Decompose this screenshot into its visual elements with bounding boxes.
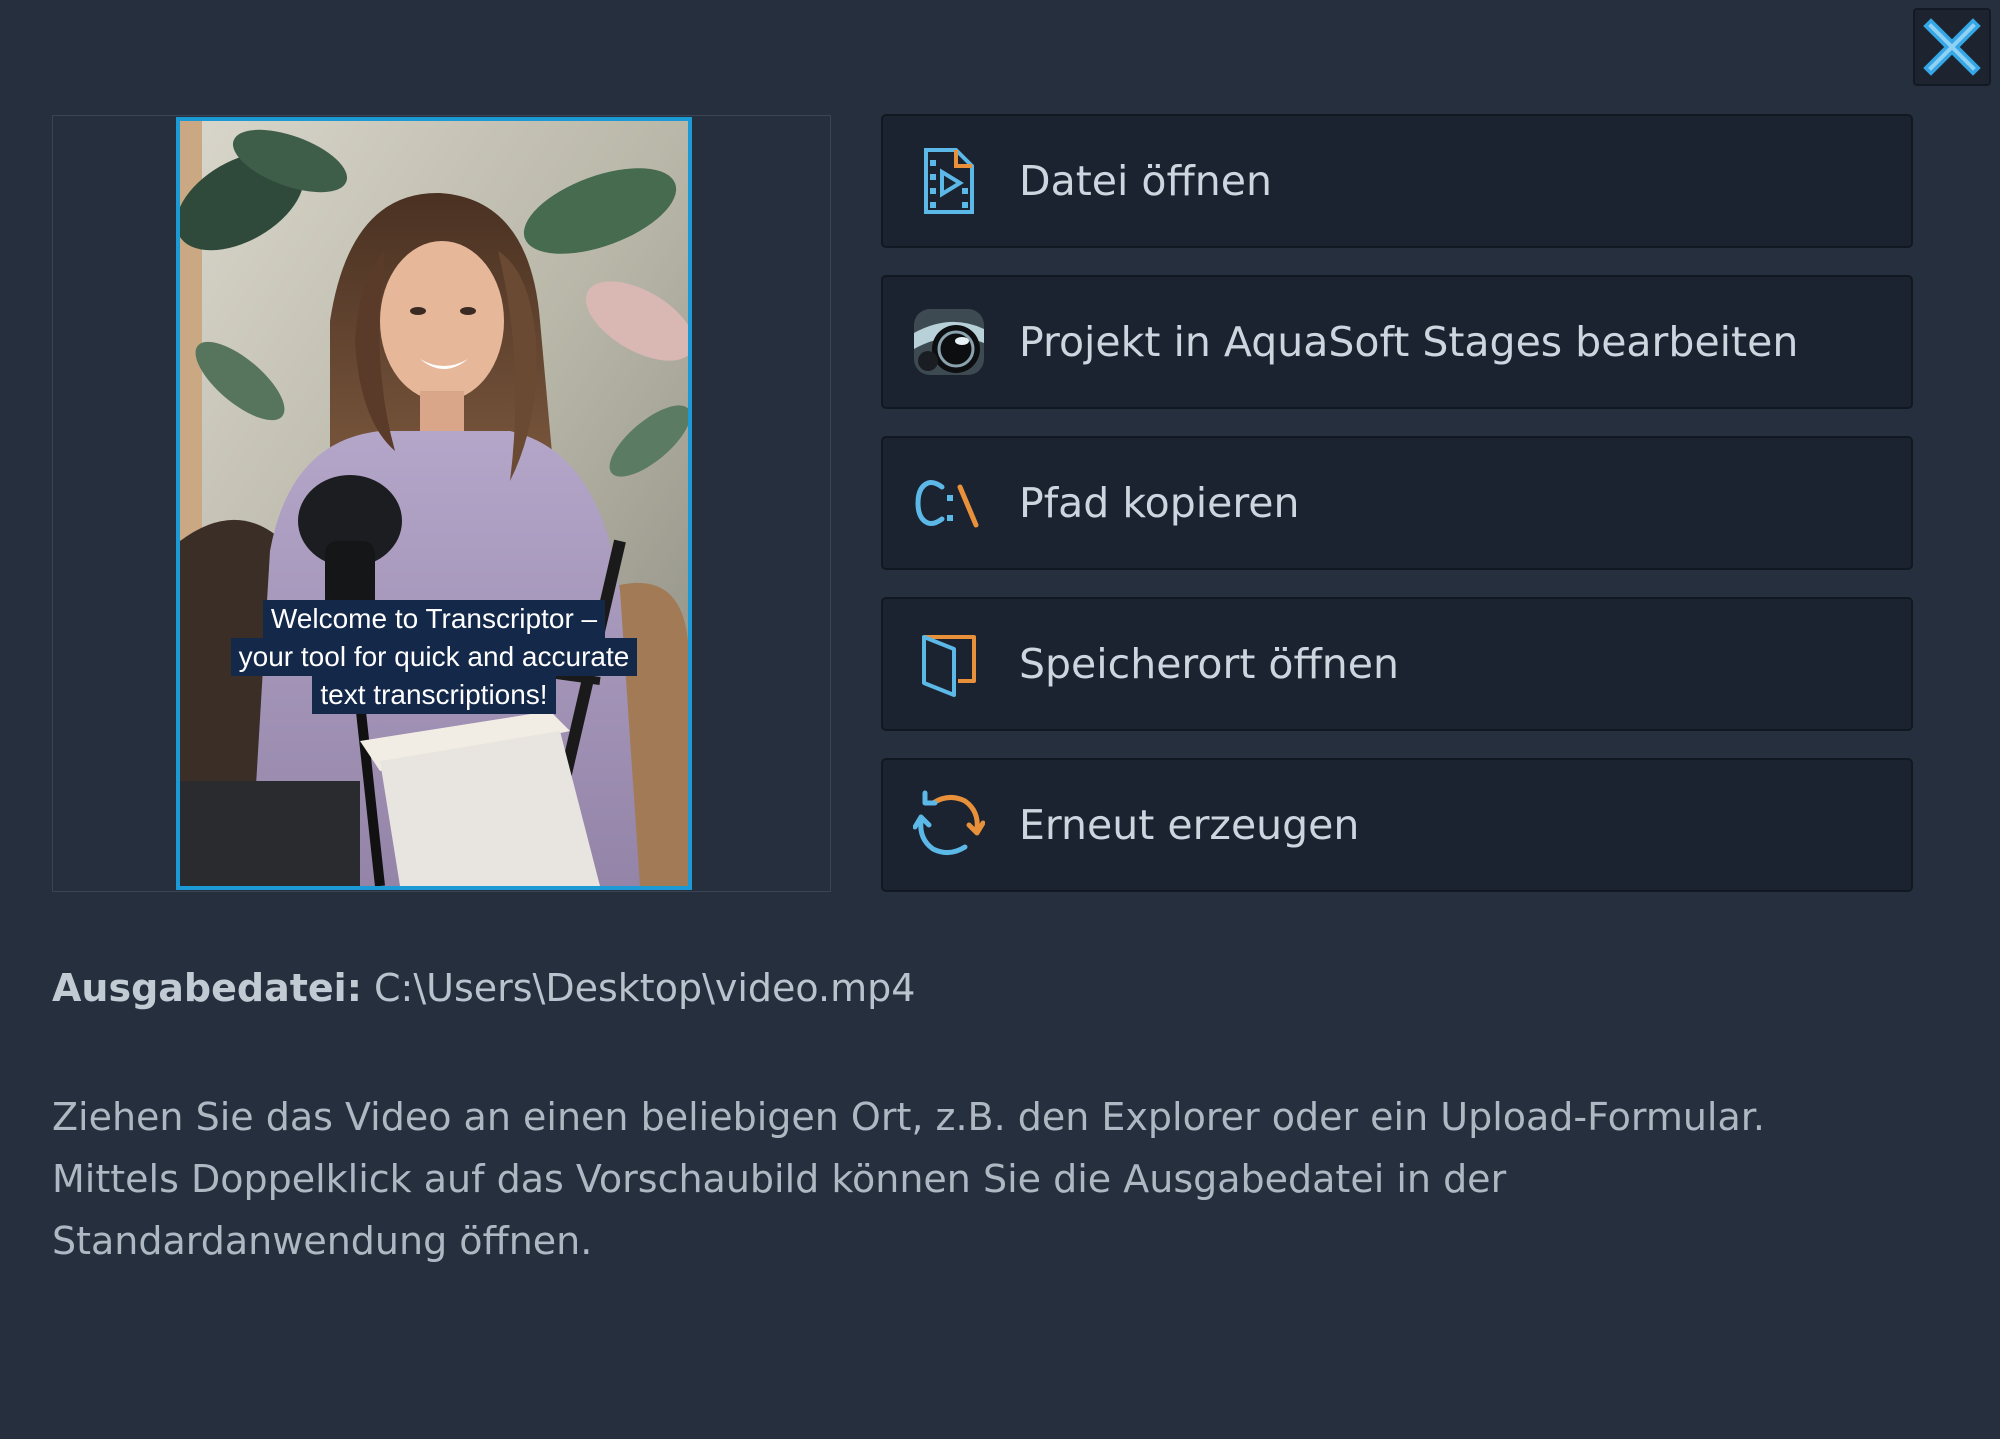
aquasoft-stages-icon	[908, 301, 990, 383]
close-button[interactable]	[1913, 8, 1991, 86]
help-line: Ziehen Sie das Video an einen beliebigen…	[52, 1095, 1765, 1139]
open-file-button[interactable]: Datei öffnen	[881, 114, 1913, 248]
action-list: Datei öffnen Projekt in AquaSoft Stages …	[881, 114, 1913, 919]
output-file-info: Ausgabedatei: C:\Users\Desktop\video.mp4	[52, 966, 915, 1010]
close-icon	[1923, 18, 1981, 76]
output-file-path: C:\Users\Desktop\video.mp4	[374, 966, 916, 1010]
regenerate-icon	[908, 784, 990, 866]
help-text: Ziehen Sie das Video an einen beliebigen…	[52, 1086, 1932, 1272]
regenerate-label: Erneut erzeugen	[1019, 801, 1360, 849]
output-file-label: Ausgabedatei:	[52, 966, 362, 1010]
copy-path-label: Pfad kopieren	[1019, 479, 1300, 527]
folder-open-icon	[908, 623, 990, 705]
open-location-label: Speicherort öffnen	[1019, 640, 1399, 688]
copy-path-button[interactable]: Pfad kopieren	[881, 436, 1913, 570]
help-line: Mittels Doppelklick auf das Vorschaubild…	[52, 1157, 1507, 1201]
video-thumbnail[interactable]: Welcome to Transcriptor – your tool for …	[176, 117, 692, 890]
help-line: Standardanwendung öffnen.	[52, 1219, 593, 1263]
video-file-icon	[908, 140, 990, 222]
caption-line: your tool for quick and accurate	[230, 638, 638, 676]
open-file-label: Datei öffnen	[1019, 157, 1272, 205]
edit-in-aquasoft-stages-label: Projekt in AquaSoft Stages bearbeiten	[1019, 318, 1799, 366]
export-result-dialog: Welcome to Transcriptor – your tool for …	[0, 0, 2000, 1439]
caption-line: Welcome to Transcriptor –	[262, 600, 606, 638]
thumbnail-caption: Welcome to Transcriptor – your tool for …	[180, 600, 688, 714]
regenerate-button[interactable]: Erneut erzeugen	[881, 758, 1913, 892]
thumbnail-image	[180, 121, 688, 886]
open-location-button[interactable]: Speicherort öffnen	[881, 597, 1913, 731]
caption-line: text transcriptions!	[312, 676, 556, 714]
copy-path-icon	[908, 462, 990, 544]
edit-in-aquasoft-stages-button[interactable]: Projekt in AquaSoft Stages bearbeiten	[881, 275, 1913, 409]
